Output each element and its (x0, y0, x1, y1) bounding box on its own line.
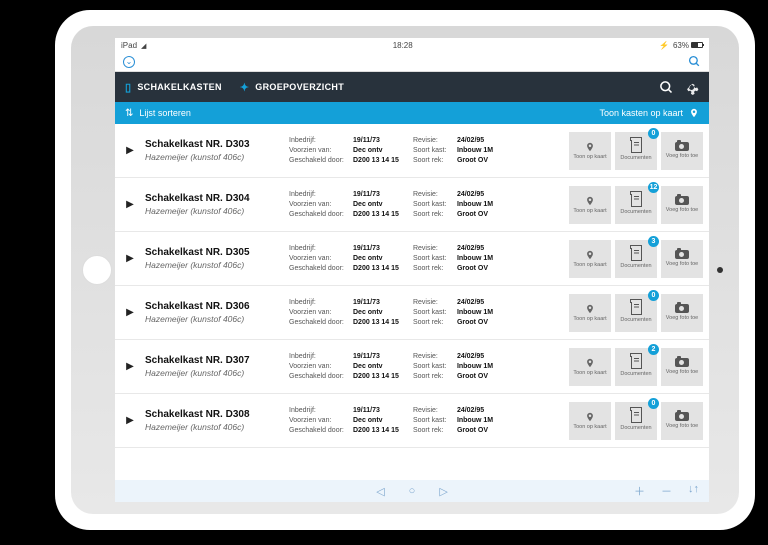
doc-count-badge: 12 (648, 182, 659, 193)
camera-icon (675, 250, 689, 259)
ipad-home-button[interactable] (82, 255, 112, 285)
camera-icon (675, 358, 689, 367)
status-bar: iPad 18:28 ⚡ 63% (115, 38, 709, 52)
cabinet-title: Schakelkast NR. D306 (145, 301, 281, 312)
documents-button[interactable]: 2 Documenten (615, 348, 657, 386)
group-icon: ✦ (240, 81, 250, 94)
documents-button[interactable]: 3 Documenten (615, 240, 657, 278)
show-on-map-button[interactable]: Toon op kaart (569, 402, 611, 440)
cabinet-row[interactable]: ▶ Schakelkast NR. D304 Hazemeijer (kunst… (115, 178, 709, 232)
cabinet-subtitle: Hazemeijer (kunstof 406c) (145, 368, 281, 378)
ipad-camera (717, 267, 723, 273)
tab-groepoverzicht[interactable]: ✦GROEPOVERZICHT (240, 81, 344, 94)
add-photo-button[interactable]: Voeg foto toe (661, 186, 703, 224)
doc-count-badge: 0 (648, 128, 659, 139)
documents-button[interactable]: 12 Documenten (615, 186, 657, 224)
cabinet-subtitle: Hazemeijer (kunstof 406c) (145, 206, 281, 216)
cabinet-subtitle: Hazemeijer (kunstof 406c) (145, 260, 281, 270)
cabinet-subtitle: Hazemeijer (kunstof 406c) (145, 422, 281, 432)
search-button[interactable] (688, 55, 701, 68)
nav-home-button[interactable]: ○ (409, 485, 416, 497)
battery-icon (691, 42, 703, 48)
battery-percent: 63% (673, 41, 689, 50)
remove-button[interactable]: － (661, 483, 672, 499)
tab-schakelkasten[interactable]: ▯SCHAKELKASTEN (125, 81, 222, 94)
show-on-map-button[interactable]: Toon op kaart (569, 132, 611, 170)
cabinet-title: Schakelkast NR. D308 (145, 409, 281, 420)
sort-icon[interactable]: ⇅ (125, 108, 133, 119)
documents-button[interactable]: 0 Documenten (615, 294, 657, 332)
cabinet-title: Schakelkast NR. D304 (145, 193, 281, 204)
nav-forward-button[interactable]: ▷ (439, 485, 447, 498)
bottom-toolbar: ◁ ○ ▷ ＋ － ↓↑ (115, 480, 709, 502)
camera-icon (675, 196, 689, 205)
add-photo-button[interactable]: Voeg foto toe (661, 294, 703, 332)
add-button[interactable]: ＋ (634, 483, 645, 499)
expand-icon[interactable]: ▶ (115, 178, 145, 231)
cabinet-list[interactable]: ▶ Schakelkast NR. D303 Hazemeijer (kunst… (115, 124, 709, 480)
documents-button[interactable]: 0 Documenten (615, 132, 657, 170)
document-icon (631, 248, 642, 261)
reorder-button[interactable]: ↓↑ (688, 483, 699, 499)
camera-icon (675, 412, 689, 421)
expand-icon[interactable]: ▶ (115, 340, 145, 393)
camera-icon (675, 304, 689, 313)
doc-count-badge: 3 (648, 236, 659, 247)
document-icon (631, 356, 642, 369)
document-icon (631, 410, 642, 423)
add-photo-button[interactable]: Voeg foto toe (661, 348, 703, 386)
cabinet-subtitle: Hazemeijer (kunstof 406c) (145, 314, 281, 324)
doc-count-badge: 0 (648, 398, 659, 409)
cabinet-title: Schakelkast NR. D303 (145, 139, 281, 150)
show-on-map-button[interactable]: Toon op kaart (569, 294, 611, 332)
document-icon (631, 302, 642, 315)
document-icon (631, 140, 642, 153)
show-on-map-button[interactable]: Toon op kaart (569, 186, 611, 224)
doc-count-badge: 2 (648, 344, 659, 355)
device-label: iPad (121, 41, 137, 50)
cabinet-title: Schakelkast NR. D307 (145, 355, 281, 366)
cabinet-row[interactable]: ▶ Schakelkast NR. D308 Hazemeijer (kunst… (115, 394, 709, 448)
add-photo-button[interactable]: Voeg foto toe (661, 132, 703, 170)
expand-icon[interactable]: ▶ (115, 232, 145, 285)
sort-bar: ⇅ Lijst sorteren Toon kasten op kaart (115, 102, 709, 124)
cabinet-row[interactable]: ▶ Schakelkast NR. D306 Hazemeijer (kunst… (115, 286, 709, 340)
cabinet-title: Schakelkast NR. D305 (145, 247, 281, 258)
map-pin-icon[interactable] (689, 107, 699, 119)
camera-icon (675, 142, 689, 151)
cabinet-icon: ▯ (125, 81, 131, 94)
cabinet-row[interactable]: ▶ Schakelkast NR. D307 Hazemeijer (kunst… (115, 340, 709, 394)
cabinet-row[interactable]: ▶ Schakelkast NR. D305 Hazemeijer (kunst… (115, 232, 709, 286)
refresh-button[interactable]: ⌄ (123, 56, 135, 68)
app-toolbar: ⌄ (115, 52, 709, 72)
expand-icon[interactable]: ▶ (115, 286, 145, 339)
cabinet-subtitle: Hazemeijer (kunstof 406c) (145, 152, 281, 162)
nav-bar: ▯SCHAKELKASTEN ✦GROEPOVERZICHT (115, 72, 709, 102)
doc-count-badge: 0 (648, 290, 659, 301)
wifi-icon (141, 41, 146, 50)
show-on-map-button[interactable]: Toon op kaart (569, 240, 611, 278)
sort-label[interactable]: Lijst sorteren (139, 108, 191, 118)
add-photo-button[interactable]: Voeg foto toe (661, 240, 703, 278)
show-on-map-button[interactable]: Toon op kaart (569, 348, 611, 386)
clock: 18:28 (393, 41, 413, 50)
nav-search-button[interactable] (659, 80, 674, 95)
expand-icon[interactable]: ▶ (115, 394, 145, 447)
bluetooth-icon: ⚡ (659, 41, 669, 50)
nav-back-button[interactable]: ◁ (376, 485, 384, 498)
documents-button[interactable]: 0 Documenten (615, 402, 657, 440)
document-icon (631, 194, 642, 207)
add-photo-button[interactable]: Voeg foto toe (661, 402, 703, 440)
expand-icon[interactable]: ▶ (115, 124, 145, 177)
settings-button[interactable] (684, 80, 699, 95)
cabinet-row[interactable]: ▶ Schakelkast NR. D303 Hazemeijer (kunst… (115, 124, 709, 178)
map-toggle-label[interactable]: Toon kasten op kaart (599, 108, 683, 118)
